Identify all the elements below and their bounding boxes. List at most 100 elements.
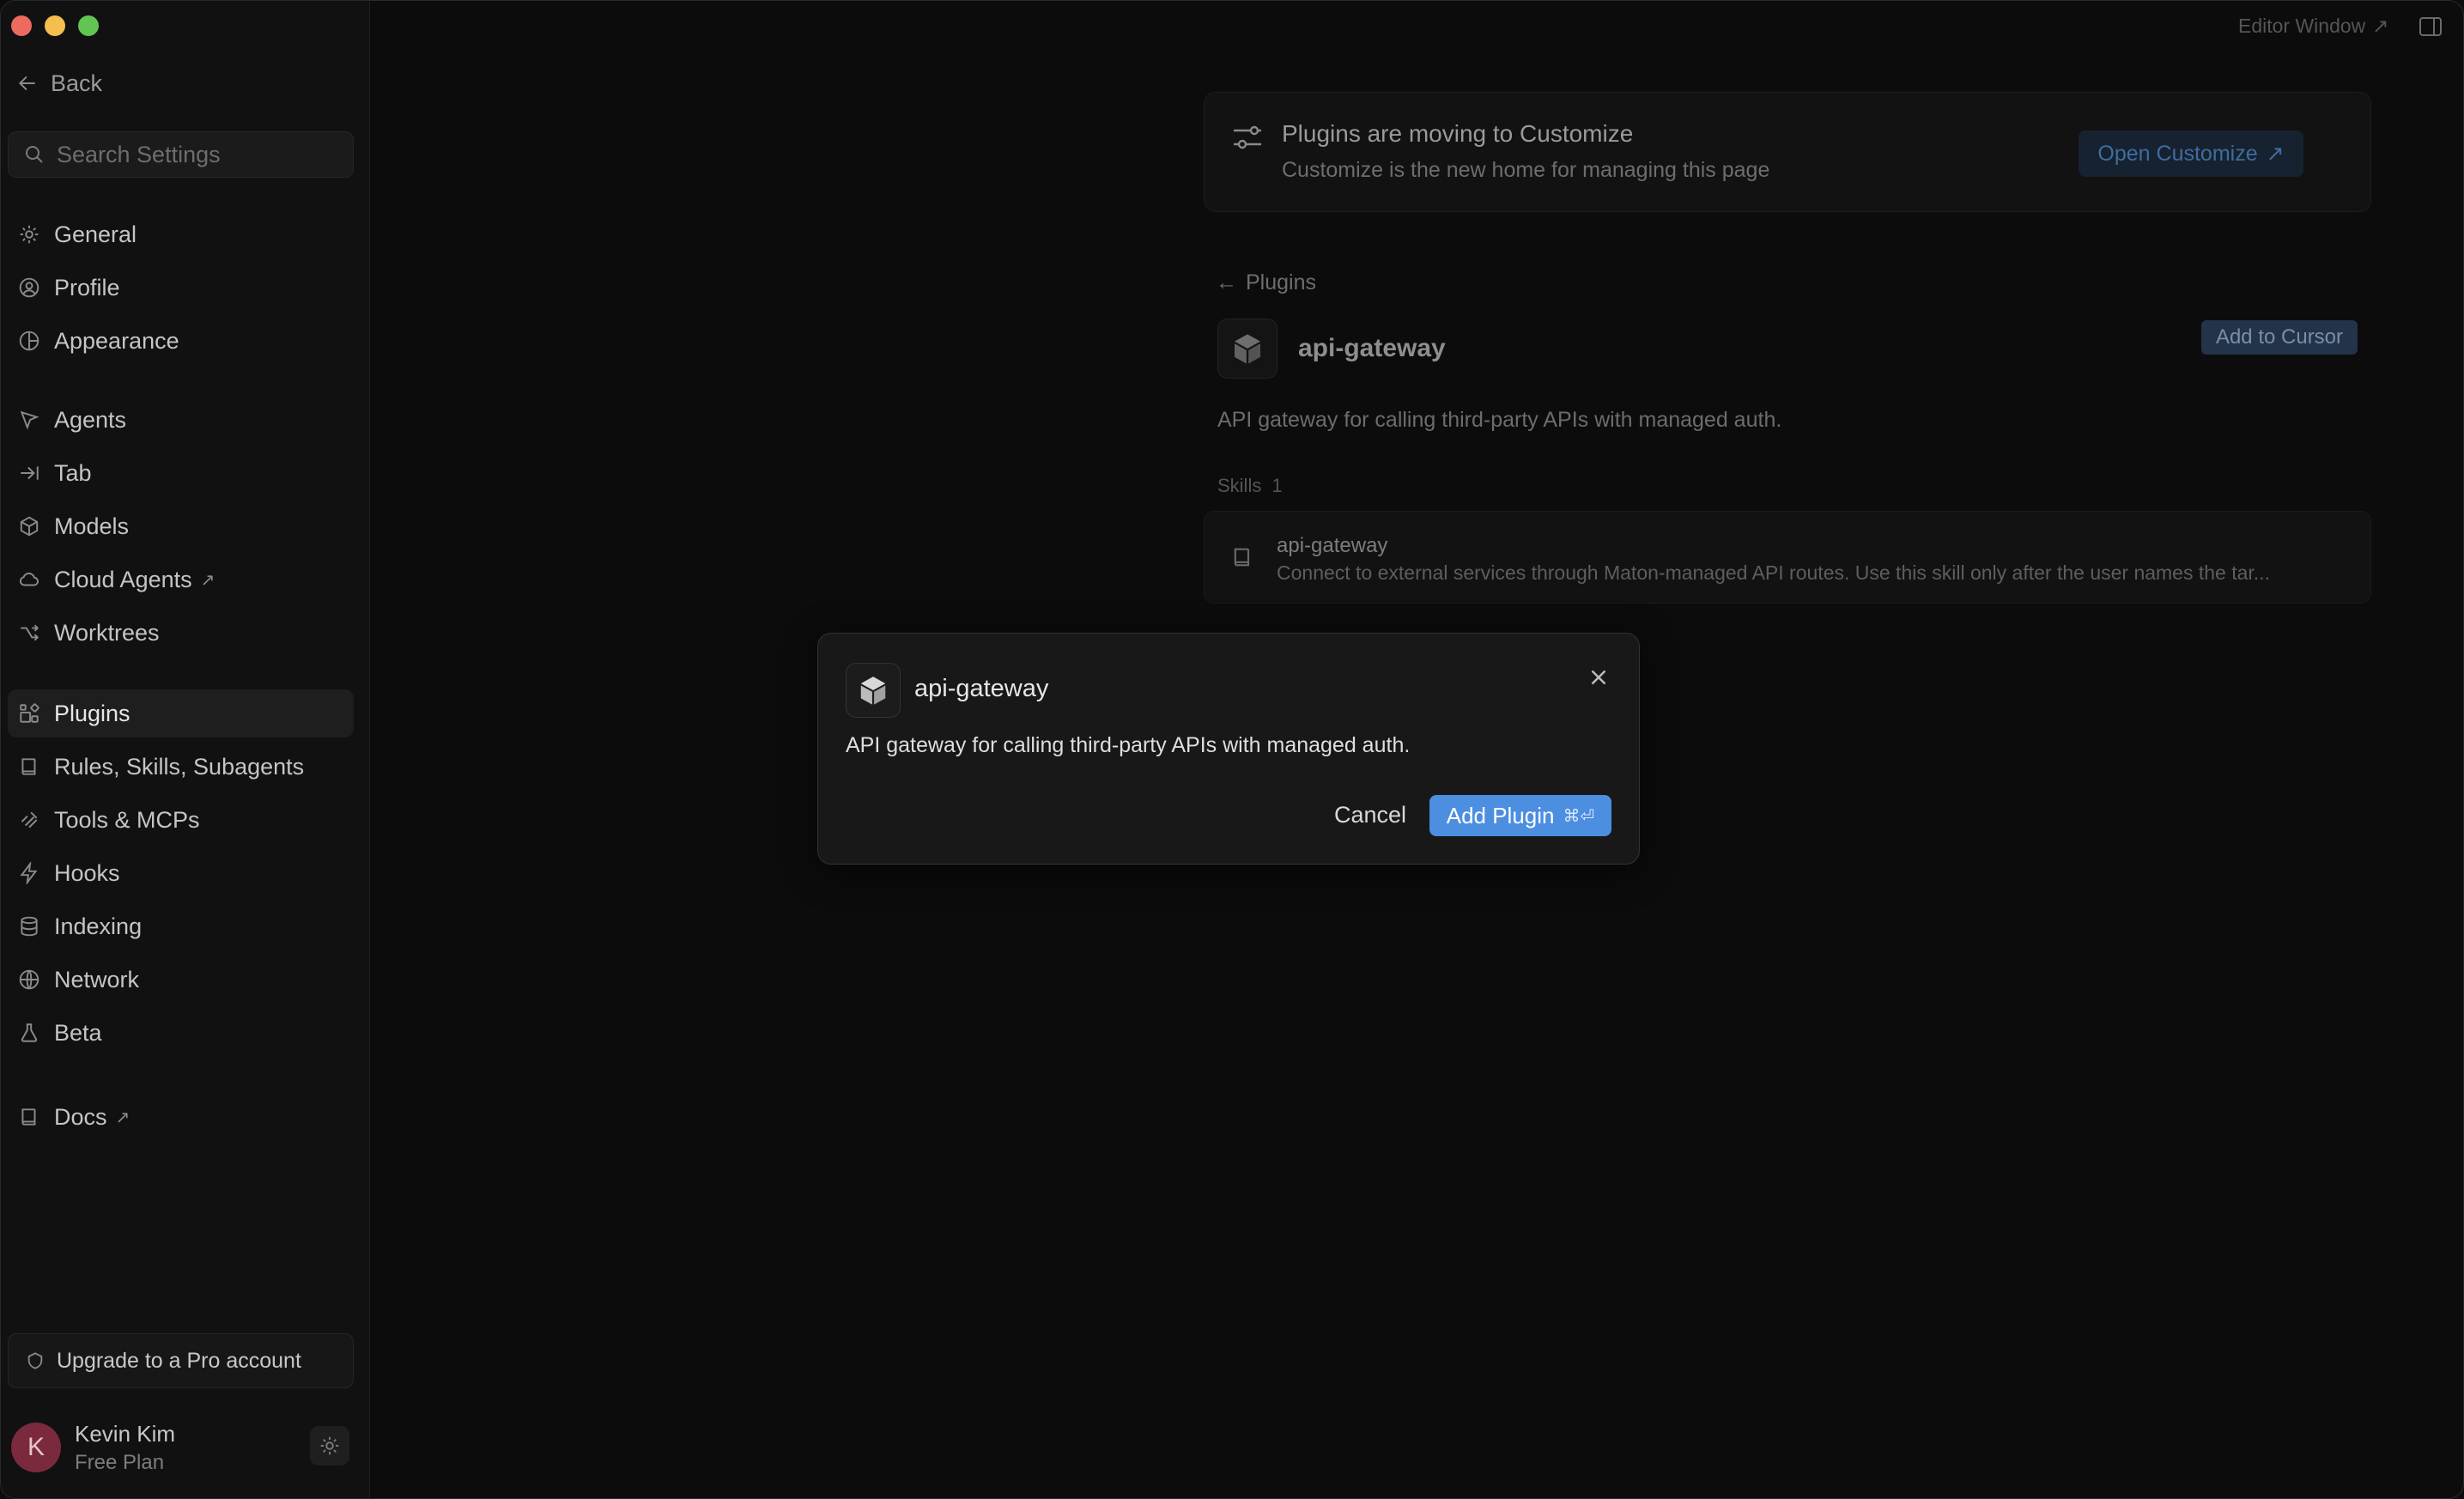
add-plugin-label: Add Plugin: [1446, 802, 1555, 828]
dialog-title: api-gateway: [914, 675, 1049, 702]
sidebar: Back General Profile Appearance Agents T…: [1, 1, 370, 1498]
dialog-description: API gateway for calling third-party APIs…: [846, 733, 1411, 757]
banner-subtitle: Customize is the new home for managing t…: [1282, 158, 1770, 182]
sidebar-item-profile[interactable]: Profile: [8, 264, 354, 312]
sidebar-item-agents[interactable]: Agents: [8, 396, 354, 444]
back-button[interactable]: Back: [16, 68, 102, 99]
cancel-button[interactable]: Cancel: [1325, 795, 1416, 834]
sidebar-item-general[interactable]: General: [8, 210, 354, 258]
sidebar-item-label: Rules, Skills, Subagents: [54, 753, 305, 780]
keyboard-shortcut: ⌘⏎: [1563, 806, 1595, 826]
package-icon: [860, 677, 886, 705]
sidebar-item-worktrees[interactable]: Worktrees: [8, 609, 354, 657]
plugin-description: API gateway for calling third-party APIs…: [1217, 408, 1782, 432]
tab-arrow-icon: [18, 462, 40, 484]
window-controls: [11, 15, 99, 36]
branch-icon: [18, 622, 40, 644]
cursor-arrow-icon: [18, 409, 40, 431]
plugin-name: api-gateway: [1298, 334, 1446, 362]
close-icon: [1591, 670, 1606, 685]
palette-icon: [18, 330, 40, 352]
cloud-icon: [18, 568, 40, 591]
sidebar-item-hooks[interactable]: Hooks: [8, 849, 354, 897]
sidebar-item-label: Indexing: [54, 913, 143, 939]
skill-title: api-gateway: [1277, 534, 1388, 557]
avatar: K: [11, 1423, 61, 1472]
sidebar-item-label: General: [54, 221, 137, 247]
back-label: Back: [51, 70, 103, 96]
sidebar-item-label: Cloud Agents: [54, 566, 192, 592]
sidebar-item-label: Docs: [54, 1103, 107, 1130]
search-input[interactable]: [57, 141, 340, 168]
sidebar-item-label: Appearance: [54, 327, 179, 354]
arrow-left-icon: [18, 76, 35, 91]
tools-icon: [18, 809, 40, 831]
sidebar-item-indexing[interactable]: Indexing: [8, 902, 354, 950]
sidebar-item-label: Models: [54, 513, 130, 539]
sidebar-item-beta[interactable]: Beta: [8, 1009, 354, 1057]
sidebar-item-plugins[interactable]: Plugins: [8, 689, 354, 737]
sidebar-item-network[interactable]: Network: [8, 956, 354, 1004]
arrow-left-icon: ←: [1216, 270, 1237, 294]
sidebar-item-label: Network: [54, 966, 140, 992]
sidebar-item-models[interactable]: Models: [8, 502, 354, 550]
sliders-icon: [1234, 125, 1261, 149]
book-icon: [1234, 548, 1250, 567]
open-customize-button[interactable]: Open Customize ↗: [2079, 130, 2303, 177]
skills-label: Skills: [1217, 475, 1262, 496]
breadcrumb[interactable]: ← Plugins: [1216, 270, 1316, 295]
sidebar-item-rules[interactable]: Rules, Skills, Subagents: [8, 743, 354, 791]
close-window-button[interactable]: [11, 15, 32, 36]
settings-window: Back General Profile Appearance Agents T…: [0, 0, 2464, 1499]
book-icon: [18, 756, 40, 778]
database-icon: [18, 915, 40, 938]
user-profile: K Kevin Kim Free Plan: [11, 1417, 355, 1478]
upgrade-button[interactable]: Upgrade to a Pro account: [8, 1333, 354, 1388]
add-plugin-button[interactable]: Add Plugin ⌘⏎: [1429, 795, 1611, 836]
user-plan: Free Plan: [75, 1450, 165, 1474]
cube-icon: [18, 515, 40, 537]
skills-count: 1: [1271, 475, 1283, 496]
sidebar-item-cloud-agents[interactable]: Cloud Agents ↗: [8, 555, 354, 604]
plugin-logo: [1217, 319, 1278, 379]
sidebar-item-docs[interactable]: Docs ↗: [8, 1093, 354, 1141]
external-link-icon: ↗: [2266, 142, 2285, 166]
skills-header: Skills 1: [1217, 475, 1283, 497]
open-customize-label: Open Customize: [2097, 141, 2258, 166]
gear-icon: [320, 1436, 339, 1455]
upgrade-label: Upgrade to a Pro account: [57, 1348, 301, 1373]
sidebar-item-label: Beta: [54, 1019, 102, 1046]
account-settings-button[interactable]: [310, 1426, 349, 1466]
package-icon: [1235, 334, 1260, 364]
add-to-cursor-button[interactable]: Add to Cursor: [2201, 320, 2358, 355]
customize-banner: Plugins are moving to Customize Customiz…: [1204, 92, 2371, 212]
plugin-blocks-icon: [18, 702, 40, 725]
shield-icon: [27, 1352, 43, 1369]
sidebar-item-label: Tab: [54, 459, 92, 486]
search-box[interactable]: [8, 131, 354, 178]
add-plugin-dialog: api-gateway API gateway for calling thir…: [817, 633, 1640, 865]
sidebar-item-tab[interactable]: Tab: [8, 449, 354, 497]
sidebar-item-label: Profile: [54, 274, 120, 300]
sidebar-item-tools[interactable]: Tools & MCPs: [8, 796, 354, 844]
sidebar-item-label: Hooks: [54, 859, 120, 886]
external-link-icon: ↗: [115, 1108, 130, 1127]
plugin-logo: [846, 663, 901, 718]
close-dialog-button[interactable]: [1586, 665, 1611, 690]
flask-icon: [18, 1022, 40, 1044]
banner-title: Plugins are moving to Customize: [1282, 120, 1634, 147]
lightning-icon: [18, 862, 40, 884]
sidebar-item-label: Tools & MCPs: [54, 806, 200, 833]
external-link-icon: ↗: [200, 570, 215, 590]
minimize-window-button[interactable]: [45, 15, 65, 36]
search-icon: [26, 146, 43, 163]
sidebar-item-label: Agents: [54, 406, 127, 433]
book-icon: [18, 1106, 40, 1128]
skill-card[interactable]: api-gateway Connect to external services…: [1204, 511, 2371, 604]
breadcrumb-label: Plugins: [1246, 270, 1316, 294]
skill-description: Connect to external services through Mat…: [1277, 561, 2270, 584]
sidebar-item-appearance[interactable]: Appearance: [8, 317, 354, 365]
user-circle-icon: [18, 276, 40, 299]
zoom-window-button[interactable]: [78, 15, 99, 36]
sidebar-item-label: Plugins: [54, 700, 130, 726]
